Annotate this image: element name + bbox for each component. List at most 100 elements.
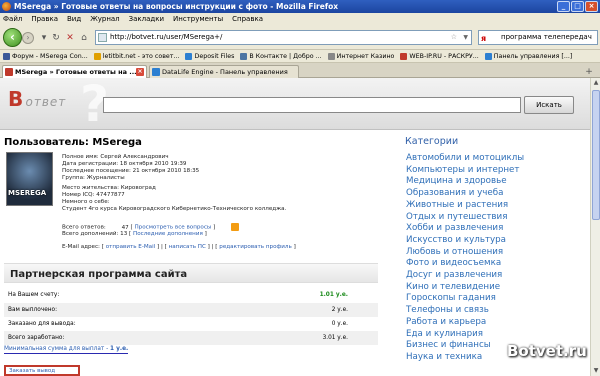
avatar: MSEREGA [6, 152, 53, 206]
bookmark-icon [185, 52, 193, 60]
category-link[interactable]: Образования и учеба [406, 188, 524, 200]
icq-number: Номер ICQ: 47477877 [62, 192, 125, 198]
category-link[interactable]: Еда и кулинария [406, 329, 524, 341]
last-visit: Последнее посещение: 21 октября 2010 18:… [62, 168, 200, 174]
category-link[interactable]: Кино и телевидение [406, 282, 524, 294]
category-link[interactable]: Искусство и культура [406, 235, 524, 247]
category-link[interactable]: Животные и растения [406, 200, 524, 212]
url-dropdown-icon[interactable]: ▼ [463, 31, 468, 44]
category-link[interactable]: Телефоны и связь [406, 305, 524, 317]
site-favicon [98, 33, 107, 42]
menu-history[interactable]: Журнал [90, 15, 119, 23]
bookmark-star-icon[interactable]: ☆ [451, 31, 457, 44]
category-link[interactable]: Автомобили и мотоциклы [406, 153, 524, 165]
bookmarks-toolbar: Форум - MSerega Con... letitbit.net - эт… [0, 50, 600, 63]
window-controls: _ □ × [557, 1, 598, 12]
forward-button[interactable]: › [22, 32, 34, 44]
reload-icon[interactable]: ↻ [50, 32, 62, 44]
dropdown-icon[interactable]: ▾ [38, 32, 50, 44]
category-link[interactable]: Хобби и развлечения [406, 223, 524, 235]
bookmark-item[interactable]: Интернет Казино [327, 52, 394, 60]
full-name: Полное имя: Сергей Александрович [62, 154, 169, 160]
firefox-icon [2, 2, 11, 11]
partner-program-title: Партнерская программа сайта [4, 263, 378, 283]
search-bar[interactable]: я программа телепередач [478, 30, 598, 45]
about-text: Студент 4го курса Кировоградского Киберн… [62, 206, 287, 212]
tab-mserega[interactable]: MSerega » Готовые ответы на ... × [2, 65, 147, 78]
additions-row: Всего дополнений: 13 [ Последние дополне… [62, 231, 207, 237]
categories-title: Категории [405, 136, 459, 147]
about-label: Немного о себе: [62, 199, 110, 205]
watermark: Botvet.ru [507, 342, 587, 360]
menu-view[interactable]: Вид [67, 15, 81, 23]
url-bar[interactable]: http://botvet.ru/user/MSerega+/ ☆ ▼ [95, 30, 472, 45]
menu-file[interactable]: Файл [3, 15, 22, 23]
stop-icon[interactable]: ✕ [64, 32, 76, 44]
location: Место жительства: Кировоград [62, 185, 156, 191]
window-title: MSerega » Готовые ответы на вопросы инст… [14, 2, 339, 11]
search-query: программа телепередач [501, 33, 592, 41]
user-title: Пользователь: MSerega [4, 137, 142, 148]
category-link[interactable]: Досуг и развлечения [406, 270, 524, 282]
search-engine-icon[interactable]: я [481, 32, 486, 44]
view-all-questions-link[interactable]: Просмотреть все вопросы [134, 225, 211, 231]
window-titlebar: MSerega » Готовые ответы на вопросы инст… [0, 0, 600, 13]
bookmark-icon [484, 52, 492, 60]
site-search-input[interactable] [103, 97, 521, 113]
home-icon[interactable]: ⌂ [78, 32, 90, 44]
url-text: http://botvet.ru/user/MSerega+/ [110, 33, 223, 41]
scroll-up-icon[interactable]: ▲ [591, 78, 600, 88]
menu-bookmarks[interactable]: Закладки [129, 15, 164, 23]
vertical-scrollbar[interactable]: ▲ ▼ [590, 78, 600, 376]
category-link[interactable]: Медицина и здоровье [406, 176, 524, 188]
scroll-down-icon[interactable]: ▼ [591, 366, 600, 376]
table-row: Заказано для вывода: 0 у.е. [8, 321, 348, 327]
category-link[interactable]: Отдых и путешествия [406, 212, 524, 224]
tab-favicon [152, 68, 160, 76]
send-email-link[interactable]: отправить E-Mail [106, 244, 156, 250]
scrollbar-thumb[interactable] [592, 90, 600, 220]
bookmark-item[interactable]: В Контакте | Добро ... [240, 52, 322, 60]
table-row: Всего заработано: 3.01 у.е. [4, 331, 378, 345]
tab-dle-admin[interactable]: DataLife Engine - Панель управления [149, 65, 299, 78]
bookmark-item[interactable]: WEB-IP.RU - РАСКРУ... [400, 52, 479, 60]
latest-additions-link[interactable]: Последние дополнения [133, 231, 203, 237]
menu-help[interactable]: Справка [232, 15, 263, 23]
tab-bar: MSerega » Готовые ответы на ... × DataLi… [0, 63, 600, 78]
bookmark-icon [400, 52, 408, 60]
bookmark-item[interactable]: Форум - MSerega Con... [3, 52, 88, 60]
bookmark-icon [240, 52, 248, 60]
back-button[interactable]: ‹ [3, 28, 22, 47]
bookmark-item[interactable]: letitbit.net - это совет... [93, 52, 179, 60]
tab-close-icon[interactable]: × [136, 68, 144, 76]
category-link[interactable]: Работа и карьера [406, 317, 524, 329]
close-window-button[interactable]: × [585, 1, 598, 12]
category-link[interactable]: Компьютеры и интернет [406, 165, 524, 177]
bookmark-icon [327, 52, 335, 60]
menu-edit[interactable]: Правка [31, 15, 58, 23]
maximize-button[interactable]: □ [571, 1, 584, 12]
bookmark-item[interactable]: Deposit Files [185, 52, 234, 60]
edit-profile-link[interactable]: редактировать профиль [219, 244, 292, 250]
category-link[interactable]: Любовь и отношения [406, 247, 524, 259]
navigation-toolbar: ‹ › ▾ ↻ ✕ ⌂ http://botvet.ru/user/MSereg… [0, 25, 600, 50]
site-header: В ответ ? Искать [0, 78, 590, 133]
page-content: В ответ ? Искать Пользователь: MSerega M… [0, 78, 590, 376]
new-tab-button[interactable]: + [584, 67, 594, 77]
tab-favicon [5, 68, 13, 76]
menu-tools[interactable]: Инструменты [173, 15, 223, 23]
order-withdrawal-button[interactable]: Заказать вывод средств [4, 365, 80, 376]
send-pm-link[interactable]: написать ПС [169, 244, 206, 250]
category-link[interactable]: Гороскопы гадания [406, 293, 524, 305]
reg-date: Дата регистрации: 18 октября 2010 19:39 [62, 161, 187, 167]
category-link[interactable]: Фото и видеосъемка [406, 258, 524, 270]
site-logo[interactable]: В ответ ? [8, 78, 109, 133]
minimize-button[interactable]: _ [557, 1, 570, 12]
site-search-button[interactable]: Искать [524, 96, 574, 114]
table-row: На Вашем счету: 1.01 у.е. [8, 292, 348, 298]
menu-bar: Файл Правка Вид Журнал Закладки Инструме… [0, 13, 600, 25]
minimum-payout-note: Минимальная сумма для выплат - 1 у.е. [4, 346, 129, 354]
bookmark-item[interactable]: Панель управления [...] [484, 52, 572, 60]
user-group: Группа: Журналисты [62, 175, 125, 181]
rss-icon[interactable] [231, 223, 240, 231]
